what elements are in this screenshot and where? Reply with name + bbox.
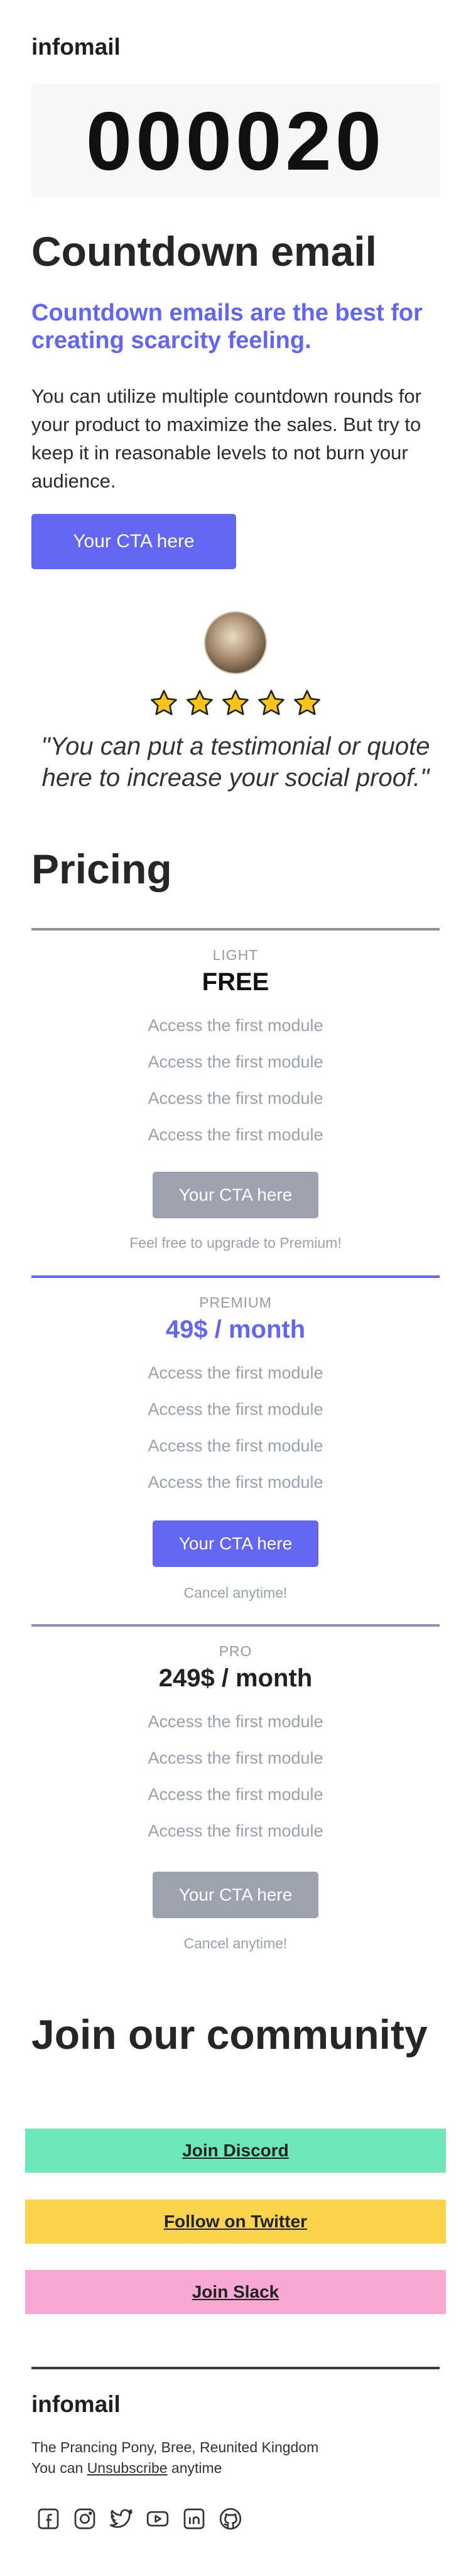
star-icon (187, 690, 213, 716)
plan-tier: PRO (219, 1643, 252, 1659)
plan-feature: Access the first module (148, 1125, 323, 1144)
youtube-icon[interactable] (144, 2506, 171, 2532)
github-icon[interactable] (217, 2506, 244, 2532)
plan-feature: Access the first module (148, 1052, 323, 1071)
plan-feature: Access the first module (148, 1749, 323, 1767)
facebook-icon[interactable] (35, 2506, 62, 2532)
plan-note: Cancel anytime! (183, 1935, 288, 1951)
cta-button[interactable]: Your CTA here (31, 514, 236, 569)
star-icon (258, 690, 284, 716)
testimonial-avatar (204, 611, 267, 674)
star-icon (294, 690, 320, 716)
plan-premium: PREMIUM 49$ / month Access the first mod… (31, 1275, 440, 1602)
pricing-title: Pricing (31, 846, 172, 892)
plan-feature: Access the first module (148, 1821, 323, 1840)
plan-feature: Access the first module (148, 1363, 323, 1382)
plan-tier: PREMIUM (199, 1294, 272, 1311)
twitter-icon[interactable] (108, 2506, 134, 2532)
follow-twitter-button[interactable]: Follow on Twitter (25, 2200, 446, 2244)
testimonial-quote: "You can put a testimonial or quote here… (41, 733, 430, 792)
hero-subtitle: Countdown emails are the best for creati… (31, 300, 423, 354)
unsubscribe-suffix: anytime (167, 2460, 222, 2476)
plan-light: LIGHT FREE Access the first module Acces… (31, 928, 440, 1255)
plan-price: FREE (202, 968, 269, 996)
plan-feature: Access the first module (148, 1712, 323, 1731)
countdown-value: 000020 (85, 94, 386, 187)
star-icon (151, 690, 177, 716)
plan-note: Feel free to upgrade to Premium! (129, 1235, 342, 1251)
unsubscribe-prefix: You can (31, 2460, 87, 2476)
community-title: Join our community (31, 2011, 428, 2058)
hero-body: You can utilize multiple countdown round… (31, 385, 421, 492)
star-icon (222, 690, 249, 716)
brand-logo: infomail (31, 34, 121, 60)
instagram-icon[interactable] (72, 2506, 98, 2532)
plan-cta-button[interactable]: Your CTA here (153, 1172, 318, 1218)
plan-feature: Access the first module (148, 1785, 323, 1804)
plan-pro: PRO 249$ / month Access the first module… (31, 1624, 440, 1957)
plan-price: 249$ / month (158, 1664, 313, 1692)
footer-address: The Prancing Pony, Bree, Reunited Kingdo… (31, 2439, 319, 2455)
join-slack-button[interactable]: Join Slack (25, 2270, 446, 2314)
footer-unsubscribe-text: You can Unsubscribe anytime (31, 2460, 222, 2477)
footer-divider (31, 2367, 440, 2369)
page-title: Countdown email (31, 228, 377, 275)
join-discord-button[interactable]: Join Discord (25, 2129, 446, 2173)
plan-cta-button[interactable]: Your CTA here (153, 1872, 318, 1918)
unsubscribe-link[interactable]: Unsubscribe (87, 2460, 168, 2476)
plan-feature: Access the first module (148, 1089, 323, 1108)
plan-feature: Access the first module (148, 1016, 323, 1035)
plan-cta-button[interactable]: Your CTA here (153, 1520, 318, 1567)
plan-note: Cancel anytime! (183, 1585, 288, 1601)
plan-feature: Access the first module (148, 1400, 323, 1419)
plan-price: 49$ / month (165, 1316, 306, 1343)
plan-divider (31, 928, 440, 931)
footer-brand: infomail (31, 2391, 121, 2417)
rating-stars (149, 689, 322, 718)
plan-feature: Access the first module (148, 1473, 323, 1492)
plan-tier: LIGHT (212, 947, 259, 963)
plan-divider (31, 1275, 440, 1278)
plan-divider (31, 1624, 440, 1627)
social-links (35, 2506, 244, 2532)
plan-feature: Access the first module (148, 1436, 323, 1455)
linkedin-icon[interactable] (181, 2506, 207, 2532)
countdown-timer: 000020 (31, 84, 440, 198)
